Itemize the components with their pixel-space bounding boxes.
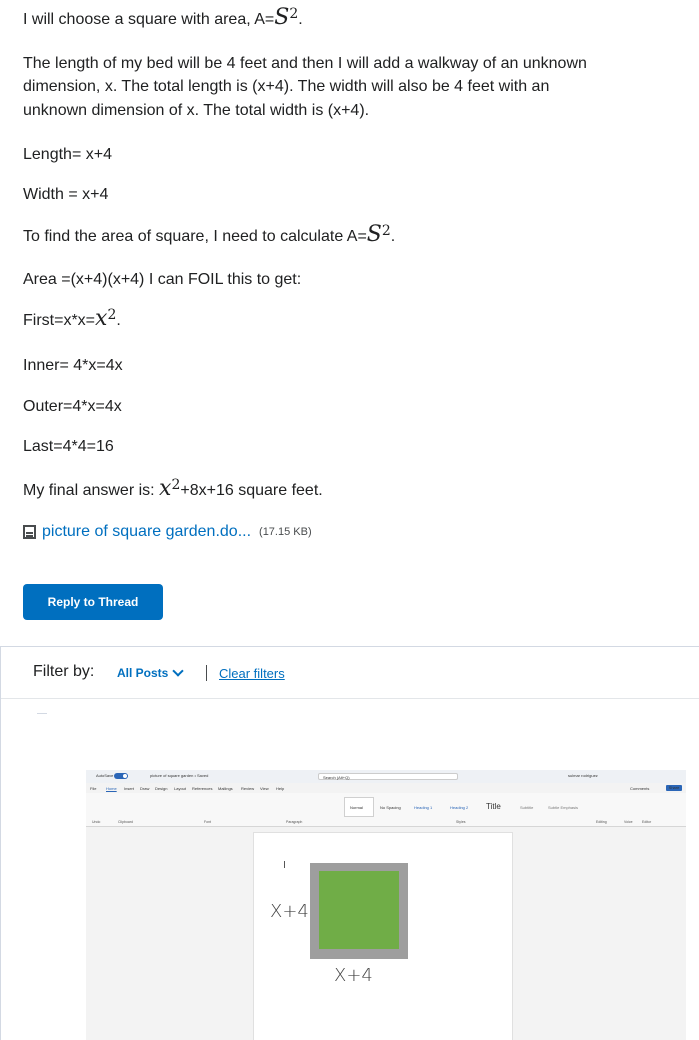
word-search-box: Search (Alt+Q) bbox=[318, 773, 458, 780]
style-normal: Normal bbox=[344, 797, 374, 817]
ribbon-group-label: Font bbox=[204, 820, 212, 824]
word-tab: Insert bbox=[124, 786, 135, 791]
clear-filters-link[interactable]: Clear filters bbox=[219, 666, 285, 681]
attachment-link[interactable]: picture of square garden.do... bbox=[42, 523, 251, 541]
word-tab: Home bbox=[106, 786, 117, 791]
math-s-squared: S2 bbox=[366, 222, 391, 247]
final-answer-line: My final answer is: x2+8x+16 square feet… bbox=[23, 476, 323, 501]
width-line: Width = x+4 bbox=[23, 186, 109, 203]
math-s-squared: S2 bbox=[274, 5, 299, 30]
word-titlebar: AutoSave picture of square garden • Save… bbox=[86, 770, 686, 783]
attachment: picture of square garden.do... (17.15 KB… bbox=[23, 523, 312, 541]
text-cursor bbox=[284, 861, 285, 868]
chevron-down-icon bbox=[172, 665, 185, 677]
length-line: Length= x+4 bbox=[23, 146, 112, 163]
autosave-label: AutoSave bbox=[96, 773, 114, 778]
style-item: No Spacing bbox=[380, 805, 401, 810]
word-tab: Layout bbox=[174, 786, 187, 791]
style-item: Subtle Emphasis bbox=[548, 805, 579, 810]
post-paragraph-line: The length of my bed will be 4 feet and … bbox=[23, 55, 587, 72]
divider bbox=[206, 665, 207, 681]
word-comments: Comments bbox=[630, 786, 650, 791]
word-tab: Design bbox=[155, 786, 168, 791]
word-tab: Mailings bbox=[218, 786, 233, 791]
handwritten-side-label: X+4 bbox=[270, 901, 309, 922]
style-item: Subtitle bbox=[520, 805, 534, 810]
filter-bar: Filter by: All Posts Clear filters bbox=[1, 647, 699, 699]
ribbon-group-label: Editor bbox=[642, 820, 652, 824]
word-tab: File bbox=[90, 786, 97, 791]
filter-selected-value: All Posts bbox=[117, 666, 169, 680]
word-tab: Draw bbox=[140, 786, 150, 791]
math-x-squared: x2 bbox=[95, 306, 117, 331]
post-paragraph-line: dimension, x. The total length is (x+4).… bbox=[23, 78, 550, 95]
filter-label: Filter by: bbox=[33, 663, 95, 680]
handwritten-bottom-label: X+4 bbox=[334, 965, 373, 986]
first-line: First=x*x=x2. bbox=[23, 306, 121, 331]
word-ribbon: Normal No Spacing Heading 1 Heading 2 Ti… bbox=[86, 793, 686, 827]
last-line: Last=4*4=16 bbox=[23, 438, 114, 455]
outer-line: Outer=4*x=4x bbox=[23, 398, 122, 415]
inner-line: Inner= 4*x=4x bbox=[23, 357, 123, 374]
word-tab: Review bbox=[241, 786, 255, 791]
garden-bed-square bbox=[319, 871, 399, 949]
word-user-name: sulmar rodriguez bbox=[568, 773, 598, 778]
style-item: Heading 2 bbox=[450, 805, 469, 810]
word-doc-title: picture of square garden • Saved bbox=[150, 773, 209, 778]
ribbon-group-label: Styles bbox=[456, 820, 466, 824]
word-document-page: X+4 X+4 bbox=[253, 832, 513, 1040]
word-ribbon-tabs: File Home Insert Draw Design Layout Refe… bbox=[86, 784, 686, 793]
post-paragraph-line: unknown dimension of x. The total width … bbox=[23, 102, 370, 119]
area-line: Area =(x+4)(x+4) I can FOIL this to get: bbox=[23, 271, 302, 288]
word-tab: References bbox=[192, 786, 213, 791]
document-icon bbox=[23, 525, 36, 539]
math-x-squared: x2 bbox=[159, 476, 181, 501]
style-item: Title bbox=[486, 802, 501, 811]
ribbon-group-label: Clipboard bbox=[118, 820, 133, 824]
embedded-word-screenshot: AutoSave picture of square garden • Save… bbox=[86, 770, 686, 1040]
word-tab: View bbox=[260, 786, 269, 791]
divider bbox=[37, 713, 47, 714]
walkway-square bbox=[310, 863, 408, 959]
filter-dropdown[interactable]: All Posts bbox=[117, 665, 185, 680]
find-area-line: To find the area of square, I need to ca… bbox=[23, 222, 396, 247]
attachment-size: (17.15 KB) bbox=[259, 526, 312, 538]
word-tab: Help bbox=[276, 786, 285, 791]
ribbon-group-label: Voice bbox=[624, 820, 633, 824]
ribbon-group-label: Paragraph bbox=[286, 820, 303, 824]
autosave-toggle bbox=[114, 773, 128, 779]
post-intro: I will choose a square with area, A=S2. bbox=[23, 5, 303, 30]
ribbon-group-label: Editing bbox=[596, 820, 607, 824]
ribbon-group-label: Undo bbox=[92, 820, 101, 824]
word-share-button: Share bbox=[666, 785, 682, 791]
reply-to-thread-button[interactable]: Reply to Thread bbox=[23, 584, 163, 620]
style-item: Heading 1 bbox=[414, 805, 433, 810]
